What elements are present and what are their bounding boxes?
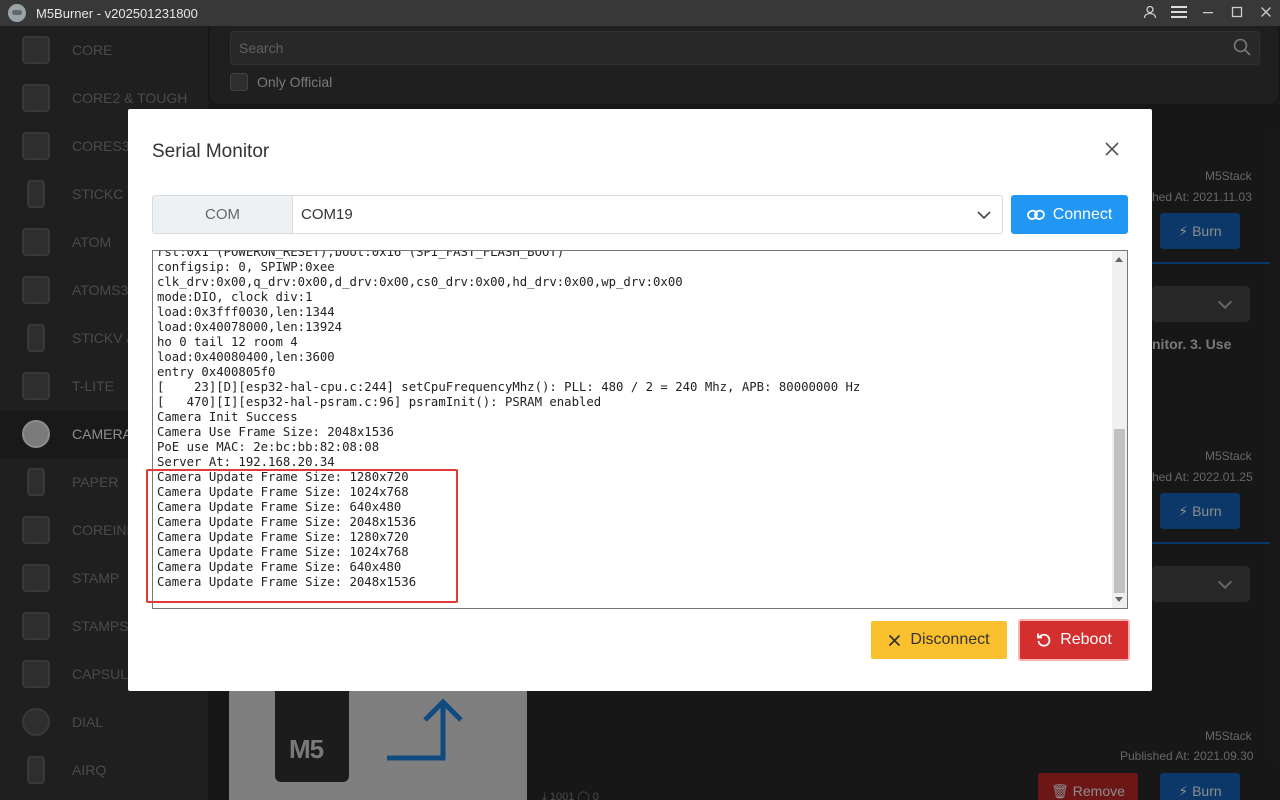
log-line: Camera Update Frame Size: 1024x768 <box>157 485 409 499</box>
close-window-icon[interactable] <box>1251 6 1280 21</box>
log-line: configsip: 0, SPIWP:0xee <box>157 260 335 274</box>
log-line: Server At: 192.168.20.34 <box>157 455 335 469</box>
log-line: Camera Use Frame Size: 2048x1536 <box>157 425 394 439</box>
menu-icon[interactable] <box>1164 5 1193 22</box>
log-line: load:0x3fff0030,len:1344 <box>157 305 335 319</box>
restart-icon <box>1037 633 1051 647</box>
log-line: entry 0x400805f0 <box>157 365 276 379</box>
scroll-thumb[interactable] <box>1114 429 1125 593</box>
serial-log-output[interactable]: rst:0x1 (POWERON_RESET),boot:0x16 (SPI_F… <box>152 250 1128 609</box>
minimize-icon[interactable] <box>1193 6 1222 21</box>
link-icon <box>1026 209 1045 220</box>
scroll-up-arrow-icon[interactable] <box>1115 257 1123 262</box>
log-line: clk_drv:0x00,q_drv:0x00,d_drv:0x00,cs0_d… <box>157 275 683 289</box>
log-line: Camera Update Frame Size: 1024x768 <box>157 545 409 559</box>
close-icon[interactable] <box>1103 140 1121 158</box>
log-line: ho 0 tail 12 room 4 <box>157 335 298 349</box>
user-icon[interactable] <box>1135 5 1164 22</box>
log-line: Camera Update Frame Size: 640x480 <box>157 500 402 514</box>
dialog-title: Serial Monitor <box>152 141 270 162</box>
com-port-select[interactable]: COM19 <box>292 195 1003 234</box>
x-icon <box>889 634 901 646</box>
log-line: PoE use MAC: 2e:bc:bb:82:08:08 <box>157 440 380 454</box>
title-bar: M5Burner - v202501231800 <box>0 0 1280 26</box>
log-line: [ 470][I][esp32-hal-psram.c:96] psramIni… <box>157 395 602 409</box>
log-line: mode:DIO, clock div:1 <box>157 290 313 304</box>
serial-log-text: rst:0x1 (POWERON_RESET),boot:0x16 (SPI_F… <box>157 250 861 590</box>
scroll-down-arrow-icon[interactable] <box>1115 597 1123 602</box>
log-line: Camera Update Frame Size: 2048x1536 <box>157 575 417 589</box>
log-line: load:0x40080400,len:3600 <box>157 350 335 364</box>
com-label: COM <box>152 195 292 234</box>
connect-button[interactable]: Connect <box>1011 195 1128 234</box>
log-line: rst:0x1 (POWERON_RESET),boot:0x16 (SPI_F… <box>157 250 565 259</box>
log-line: [ 23][D][esp32-hal-cpu.c:244] setCpuFreq… <box>157 380 861 394</box>
m5burner-logo-icon <box>8 4 26 22</box>
maximize-icon[interactable] <box>1222 6 1251 21</box>
window-title: M5Burner - v202501231800 <box>36 5 198 21</box>
reboot-button[interactable]: Reboot <box>1018 619 1130 661</box>
log-line: Camera Update Frame Size: 640x480 <box>157 560 402 574</box>
com-port-row: COM COM19 <box>152 195 1003 234</box>
log-line: Camera Update Frame Size: 1280x720 <box>157 530 409 544</box>
log-scrollbar[interactable] <box>1112 251 1127 608</box>
disconnect-button[interactable]: Disconnect <box>871 621 1007 659</box>
log-line: Camera Init Success <box>157 410 298 424</box>
log-line: load:0x40078000,len:13924 <box>157 320 343 334</box>
log-line: Camera Update Frame Size: 1280x720 <box>157 470 409 484</box>
chevron-down-icon <box>977 211 991 220</box>
com-port-value: COM19 <box>301 206 353 223</box>
log-line: Camera Update Frame Size: 2048x1536 <box>157 515 417 529</box>
window-controls <box>1135 0 1280 26</box>
serial-monitor-dialog: Serial Monitor COM COM19 Connect rst:0x1… <box>128 109 1152 691</box>
